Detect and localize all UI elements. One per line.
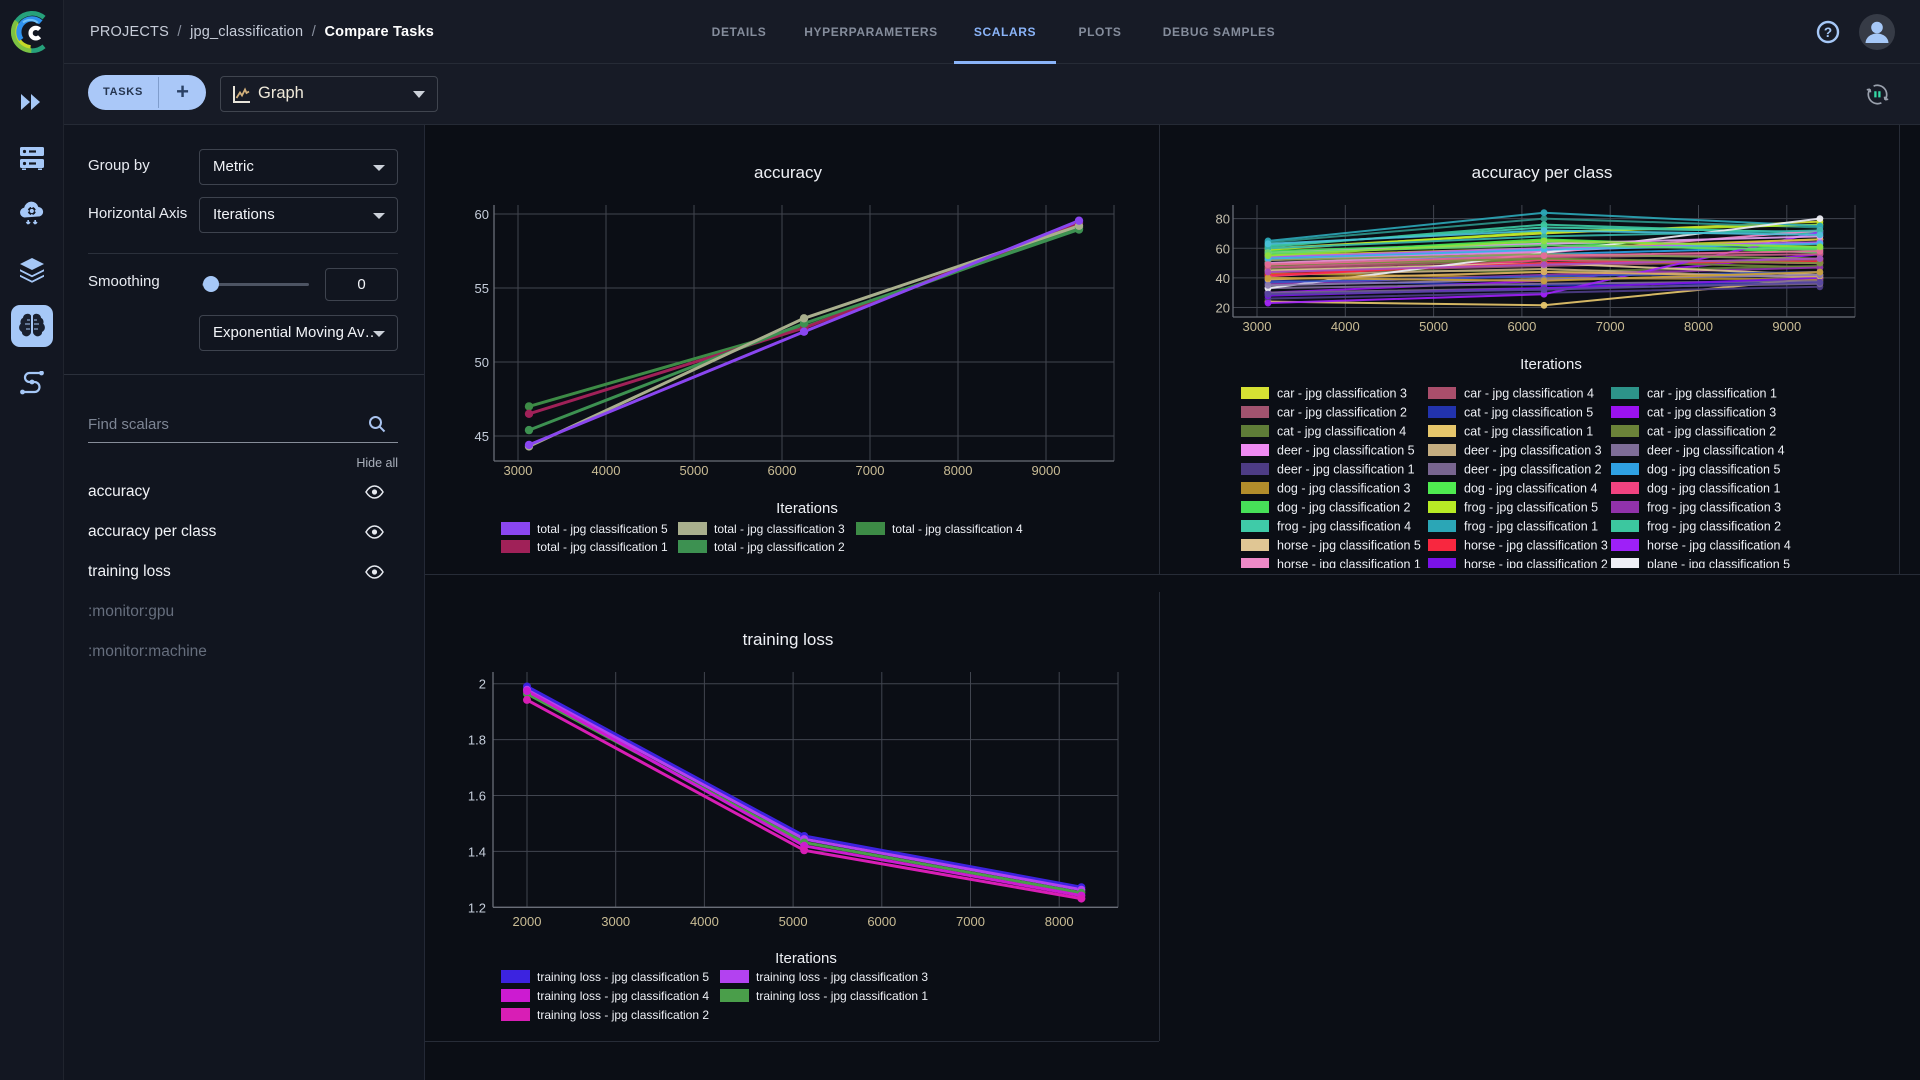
svg-text:45: 45 <box>475 429 489 444</box>
svg-text:6000: 6000 <box>867 914 896 929</box>
svg-text:1.8: 1.8 <box>468 733 486 748</box>
svg-text:frog - jpg classification 1: frog - jpg classification 1 <box>1464 520 1598 534</box>
svg-text:2: 2 <box>479 677 486 692</box>
svg-text:frog - jpg classification 4: frog - jpg classification 4 <box>1277 520 1411 534</box>
svg-text:total - jpg classification 2: total - jpg classification 2 <box>714 540 845 554</box>
svg-text:horse - jpg classification 2: horse - jpg classification 2 <box>1464 558 1608 569</box>
svg-text:dog - jpg classification 3: dog - jpg classification 3 <box>1277 482 1410 496</box>
svg-text:6000: 6000 <box>1507 319 1536 334</box>
svg-text:deer - jpg classification 5: deer - jpg classification 5 <box>1277 444 1415 458</box>
svg-text:8000: 8000 <box>1684 319 1713 334</box>
svg-text:55: 55 <box>475 281 489 296</box>
svg-text:4000: 4000 <box>592 463 621 478</box>
svg-text:5000: 5000 <box>680 463 709 478</box>
svg-text:cat - jpg classification 5: cat - jpg classification 5 <box>1464 406 1593 420</box>
svg-text:1.2: 1.2 <box>468 900 486 915</box>
svg-text:9000: 9000 <box>1772 319 1801 334</box>
svg-text:8000: 8000 <box>944 463 973 478</box>
svg-text:50: 50 <box>475 355 489 370</box>
svg-text:3000: 3000 <box>1243 319 1272 334</box>
svg-text:7000: 7000 <box>1596 319 1625 334</box>
svg-text:horse - jpg classification 1: horse - jpg classification 1 <box>1277 558 1421 569</box>
svg-text:7000: 7000 <box>956 914 985 929</box>
svg-text:frog - jpg classification 3: frog - jpg classification 3 <box>1647 501 1781 515</box>
svg-text:60: 60 <box>475 207 489 222</box>
svg-text:2000: 2000 <box>513 914 542 929</box>
svg-text:8000: 8000 <box>1045 914 1074 929</box>
svg-text:?: ? <box>1824 25 1832 40</box>
svg-text:car - jpg classification 1: car - jpg classification 1 <box>1647 387 1777 401</box>
svg-text:cat - jpg classification 4: cat - jpg classification 4 <box>1277 425 1406 439</box>
svg-text:60: 60 <box>1216 241 1230 256</box>
svg-text:6000: 6000 <box>768 463 797 478</box>
svg-text:deer - jpg classification 1: deer - jpg classification 1 <box>1277 463 1415 477</box>
svg-text:car - jpg classification 2: car - jpg classification 2 <box>1277 406 1407 420</box>
svg-text:4000: 4000 <box>690 914 719 929</box>
svg-text:frog - jpg classification 2: frog - jpg classification 2 <box>1647 520 1781 534</box>
svg-text:3000: 3000 <box>504 463 533 478</box>
svg-text:horse - jpg classification 5: horse - jpg classification 5 <box>1277 539 1421 553</box>
svg-text:80: 80 <box>1216 212 1230 227</box>
svg-text:4000: 4000 <box>1331 319 1360 334</box>
svg-text:training loss - jpg classifica: training loss - jpg classification 2 <box>537 1008 709 1022</box>
svg-text:1.6: 1.6 <box>468 789 486 804</box>
svg-text:car - jpg classification 4: car - jpg classification 4 <box>1464 387 1594 401</box>
svg-text:car - jpg classification 3: car - jpg classification 3 <box>1277 387 1407 401</box>
svg-text:deer - jpg classification 2: deer - jpg classification 2 <box>1464 463 1602 477</box>
svg-text:training loss - jpg classifica: training loss - jpg classification 3 <box>756 970 928 984</box>
svg-text:accuracy per class: accuracy per class <box>1472 163 1613 182</box>
svg-text:total - jpg classification 5: total - jpg classification 5 <box>537 522 668 536</box>
svg-text:cat - jpg classification 3: cat - jpg classification 3 <box>1647 406 1776 420</box>
svg-text:5000: 5000 <box>779 914 808 929</box>
svg-text:training loss - jpg classifica: training loss - jpg classification 5 <box>537 970 709 984</box>
svg-text:1.4: 1.4 <box>468 844 486 859</box>
svg-text:cat - jpg classification 2: cat - jpg classification 2 <box>1647 425 1776 439</box>
svg-text:accuracy: accuracy <box>754 163 823 182</box>
svg-text:deer - jpg classification 3: deer - jpg classification 3 <box>1464 444 1602 458</box>
svg-text:20: 20 <box>1216 301 1230 316</box>
svg-text:horse - jpg classification 3: horse - jpg classification 3 <box>1464 539 1608 553</box>
svg-text:Iterations: Iterations <box>776 500 838 517</box>
svg-text:Iterations: Iterations <box>775 950 837 967</box>
svg-text:plane - jpg classification 5: plane - jpg classification 5 <box>1647 558 1790 569</box>
svg-text:total - jpg classification 3: total - jpg classification 3 <box>714 522 845 536</box>
svg-text:dog - jpg classification 4: dog - jpg classification 4 <box>1464 482 1597 496</box>
svg-text:training loss - jpg classifica: training loss - jpg classification 4 <box>537 989 709 1003</box>
svg-text:cat - jpg classification 1: cat - jpg classification 1 <box>1464 425 1593 439</box>
svg-text:training loss - jpg classifica: training loss - jpg classification 1 <box>756 989 928 1003</box>
svg-text:40: 40 <box>1216 271 1230 286</box>
svg-text:total - jpg classification 4: total - jpg classification 4 <box>892 522 1023 536</box>
svg-text:dog - jpg classification 5: dog - jpg classification 5 <box>1647 463 1780 477</box>
svg-text:5000: 5000 <box>1419 319 1448 334</box>
svg-text:3000: 3000 <box>601 914 630 929</box>
svg-text:training loss: training loss <box>743 630 834 649</box>
svg-text:9000: 9000 <box>1032 463 1061 478</box>
svg-text:deer - jpg classification 4: deer - jpg classification 4 <box>1647 444 1785 458</box>
svg-text:frog - jpg classification 5: frog - jpg classification 5 <box>1464 501 1598 515</box>
svg-text:dog - jpg classification 2: dog - jpg classification 2 <box>1277 501 1410 515</box>
svg-text:horse - jpg classification 4: horse - jpg classification 4 <box>1647 539 1791 553</box>
svg-text:dog - jpg classification 1: dog - jpg classification 1 <box>1647 482 1780 496</box>
svg-text:total - jpg classification 1: total - jpg classification 1 <box>537 540 668 554</box>
svg-text:7000: 7000 <box>856 463 885 478</box>
svg-text:Iterations: Iterations <box>1520 356 1582 373</box>
